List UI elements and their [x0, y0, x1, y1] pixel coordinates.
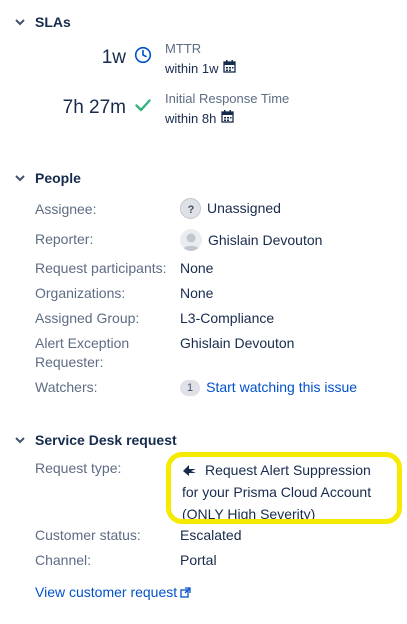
- watchers-value: 1 Start watching this issue: [180, 378, 357, 397]
- view-customer-request-link[interactable]: View customer request: [35, 583, 191, 602]
- alert-label-line1: Alert Exception: [35, 335, 130, 351]
- customer-status-label: Customer status:: [35, 527, 141, 543]
- sla-initial-response-target-text: within 8h: [165, 110, 217, 126]
- chevron-down-icon: [15, 435, 25, 445]
- alert-exception-requester-label: Alert Exception Requester:: [35, 334, 129, 372]
- assignee-value[interactable]: ? Unassigned: [180, 198, 281, 219]
- organizations-label: Organizations:: [35, 285, 126, 301]
- channel-label: Channel:: [35, 552, 92, 568]
- chevron-down-icon: [15, 173, 25, 183]
- calendar-icon: [223, 60, 237, 76]
- highlight-annotation: [166, 452, 402, 524]
- assignee-label: Assignee:: [35, 201, 97, 217]
- participants-label: Request participants:: [35, 260, 167, 276]
- calendar-icon: [221, 110, 234, 126]
- sla-initial-response-name: Initial Response Time: [165, 91, 290, 106]
- check-icon: [134, 96, 152, 119]
- sla-mttr-name: MTTR: [165, 41, 202, 56]
- chevron-down-icon: [15, 17, 25, 27]
- service-desk-title: Service Desk request: [35, 432, 177, 448]
- assigned-group-value[interactable]: L3-Compliance: [180, 309, 274, 328]
- sla-initial-response-target: within 8h: [165, 110, 234, 126]
- assigned-group-label: Assigned Group:: [35, 310, 140, 326]
- channel-value: Portal: [180, 552, 217, 568]
- alert-label-line2: Requester:: [35, 354, 104, 370]
- external-link-icon: [180, 587, 191, 598]
- sla-mttr-target: within 1w: [165, 60, 237, 76]
- sla-mttr-target-text: within 1w: [165, 60, 219, 76]
- alert-exception-requester-value[interactable]: Ghislain Devouton: [180, 334, 294, 353]
- user-avatar-icon: [180, 229, 202, 251]
- people-section-header[interactable]: People: [15, 170, 81, 186]
- svg-text:?: ?: [187, 204, 194, 215]
- reporter-value[interactable]: Ghislain Devouton: [180, 229, 322, 251]
- slas-title: SLAs: [35, 14, 71, 30]
- reporter-label: Reporter:: [35, 231, 94, 247]
- request-type-label: Request type:: [35, 460, 122, 476]
- reporter-name: Ghislain Devouton: [208, 231, 323, 248]
- customer-status-value: Escalated: [180, 527, 242, 543]
- organizations-value: None: [180, 285, 214, 301]
- assignee-name: Unassigned: [207, 200, 281, 216]
- unassigned-avatar-icon: ?: [180, 198, 201, 219]
- watchers-count-badge: 1: [180, 379, 201, 396]
- start-watching-link[interactable]: Start watching this issue: [206, 378, 357, 397]
- participants-value: None: [180, 260, 214, 276]
- slas-section-header[interactable]: SLAs: [15, 14, 71, 30]
- view-customer-request-text: View customer request: [35, 584, 178, 600]
- sla-initial-response-value: 7h 27m: [62, 97, 126, 118]
- sla-mttr-value: 1w: [101, 47, 126, 68]
- clock-icon: [134, 46, 152, 69]
- watchers-label: Watchers:: [35, 379, 98, 395]
- people-title: People: [35, 170, 81, 186]
- service-desk-section-header[interactable]: Service Desk request: [15, 432, 177, 448]
